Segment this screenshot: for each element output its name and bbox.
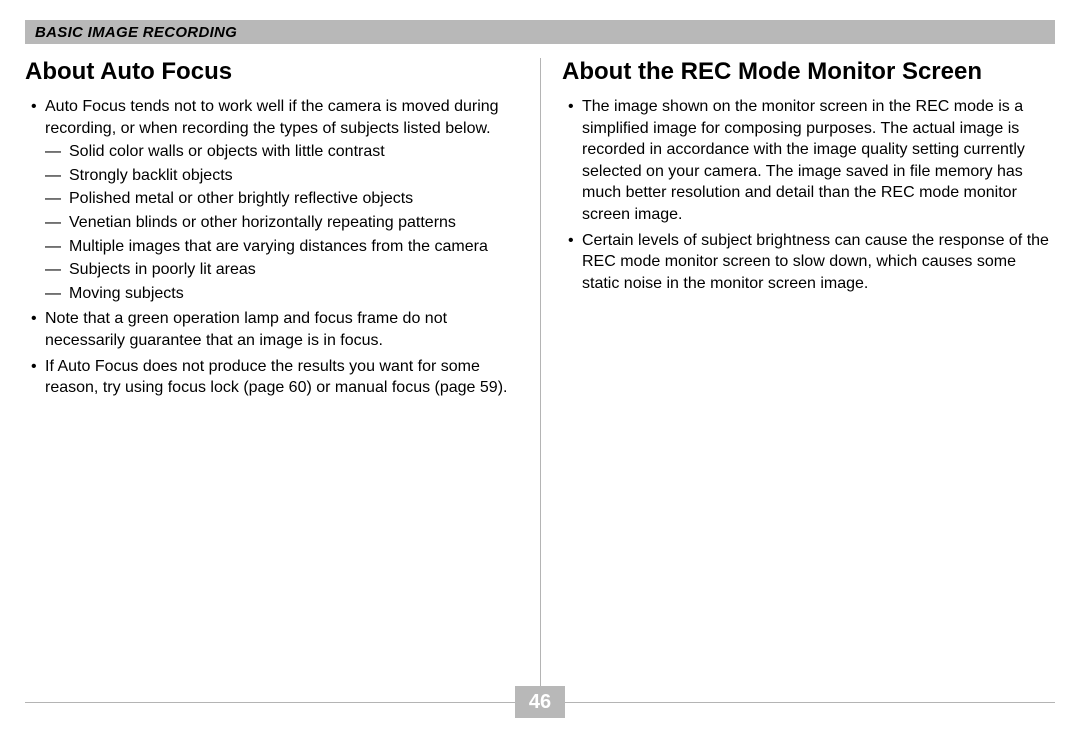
bullet-item: Note that a green operation lamp and foc… [25, 308, 518, 351]
bullet-text: Auto Focus tends not to work well if the… [45, 98, 499, 137]
bullet-text: If Auto Focus does not produce the resul… [45, 358, 507, 397]
footer-line-left [25, 702, 515, 703]
left-bullet-list: Auto Focus tends not to work well if the… [25, 96, 518, 399]
page-number: 46 [515, 686, 565, 718]
dash-item: Strongly backlit objects [45, 165, 518, 187]
left-heading: About Auto Focus [25, 58, 518, 86]
dash-item: Moving subjects [45, 283, 518, 305]
left-column: About Auto Focus Auto Focus tends not to… [25, 58, 540, 668]
dash-list: Solid color walls or objects with little… [45, 141, 518, 304]
right-bullet-list: The image shown on the monitor screen in… [562, 96, 1055, 294]
dash-item: Polished metal or other brightly reflect… [45, 188, 518, 210]
bullet-item: Certain levels of subject brightness can… [562, 230, 1055, 295]
manual-page: BASIC IMAGE RECORDING About Auto Focus A… [0, 0, 1080, 730]
dash-item: Venetian blinds or other horizontally re… [45, 212, 518, 234]
bullet-text: The image shown on the monitor screen in… [582, 98, 1025, 223]
dash-item: Multiple images that are varying distanc… [45, 236, 518, 258]
bullet-text: Note that a green operation lamp and foc… [45, 310, 447, 349]
bullet-item: The image shown on the monitor screen in… [562, 96, 1055, 226]
dash-item: Subjects in poorly lit areas [45, 259, 518, 281]
footer-line-right [565, 702, 1055, 703]
section-title: BASIC IMAGE RECORDING [35, 24, 237, 41]
right-heading: About the REC Mode Monitor Screen [562, 58, 1055, 86]
bullet-item: Auto Focus tends not to work well if the… [25, 96, 518, 304]
dash-item: Solid color walls or objects with little… [45, 141, 518, 163]
header-bar: BASIC IMAGE RECORDING [25, 20, 1055, 44]
column-divider [540, 58, 541, 698]
content-area: About Auto Focus Auto Focus tends not to… [25, 58, 1055, 668]
right-column: About the REC Mode Monitor Screen The im… [540, 58, 1055, 668]
bullet-text: Certain levels of subject brightness can… [582, 232, 1049, 292]
footer: 46 [25, 686, 1055, 718]
bullet-item: If Auto Focus does not produce the resul… [25, 356, 518, 399]
